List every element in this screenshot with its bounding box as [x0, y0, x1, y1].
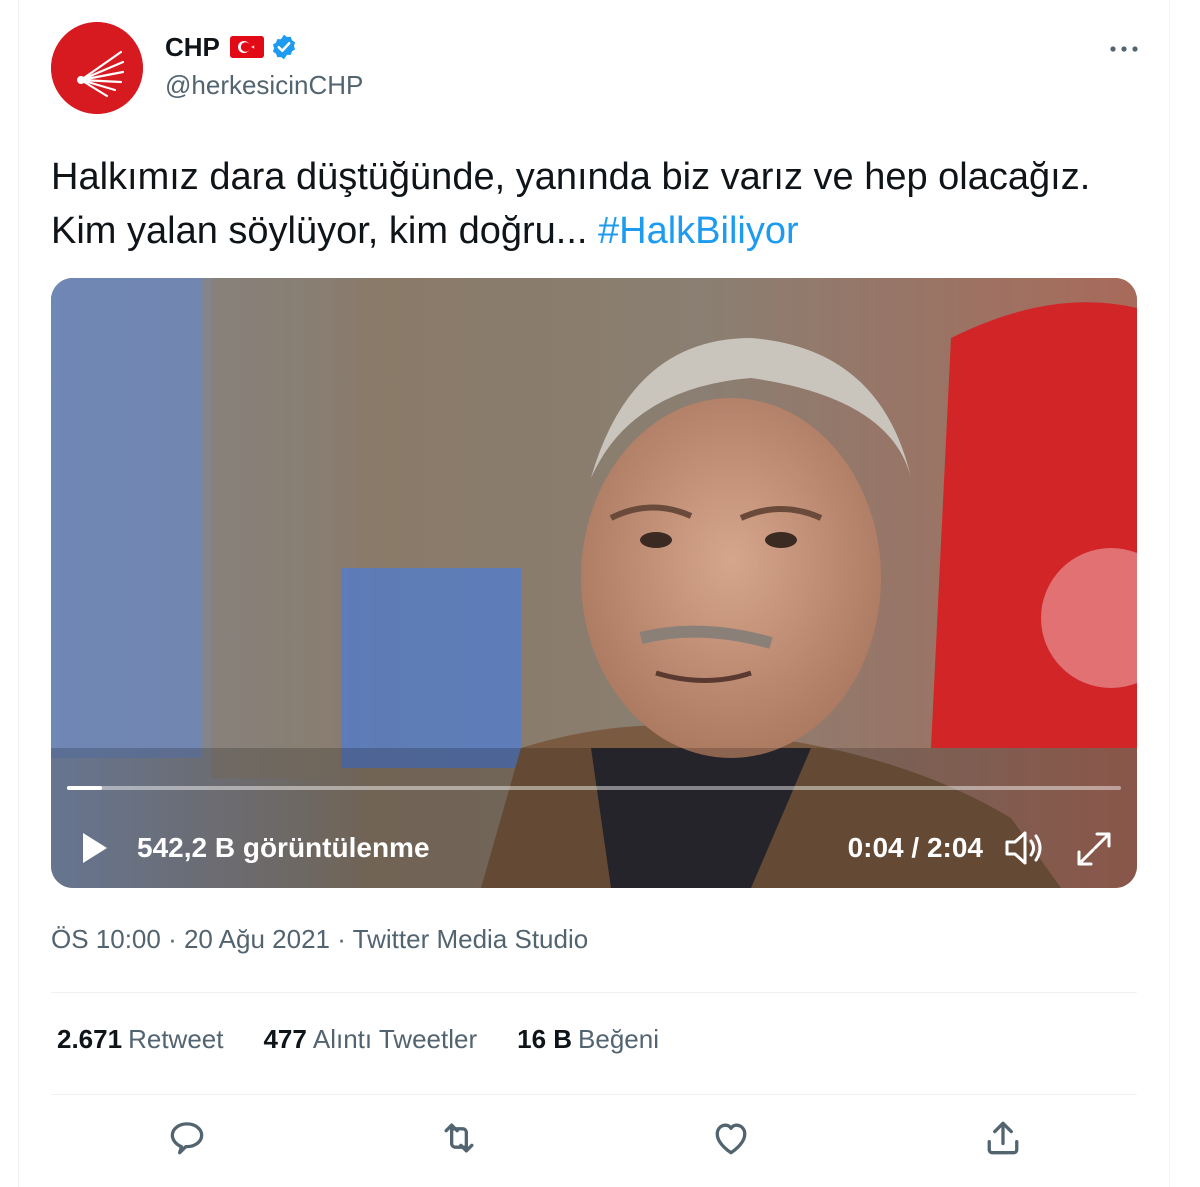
tweet-meta: ÖS 10:00 · 20 Ağu 2021 · Twitter Media S…	[51, 924, 588, 955]
author-handle[interactable]: @herkesicinCHP	[165, 70, 363, 101]
quote-count: 477	[263, 1024, 307, 1054]
tweet-source[interactable]: Twitter Media Studio	[353, 924, 589, 954]
progress-bar[interactable]	[67, 786, 1121, 790]
view-count: 542,2 B görüntülenme	[137, 832, 430, 863]
turkey-flag-icon	[229, 36, 264, 58]
fullscreen-icon[interactable]	[1073, 828, 1115, 875]
tweet-body: Halkımız dara düştüğünde, yanında biz va…	[51, 156, 1091, 252]
retweet-stat[interactable]: 2.671 Retweet	[57, 1024, 223, 1055]
action-bar	[19, 1116, 1169, 1166]
author-name[interactable]: CHP	[165, 32, 220, 63]
reply-icon[interactable]	[165, 1116, 213, 1164]
like-count: 16 B	[517, 1024, 573, 1054]
video-controls: 542,2 B görüntülenme 0:04 / 2:04	[51, 818, 1137, 878]
volume-icon[interactable]	[1001, 828, 1045, 873]
hashtag-link[interactable]: #HalkBiliyor	[598, 210, 799, 252]
meta-separator: ·	[160, 924, 184, 954]
avatar[interactable]	[51, 22, 143, 114]
like-label: Beğeni	[578, 1024, 660, 1054]
meta-separator: ·	[330, 924, 353, 954]
video-time: 0:04 / 2:04	[847, 832, 983, 863]
progress-fill	[67, 786, 102, 790]
like-icon[interactable]	[709, 1116, 757, 1164]
video-frame	[51, 278, 1137, 888]
retweet-label: Retweet	[128, 1024, 224, 1054]
tweet-stats: 2.671 Retweet 477 Alıntı Tweetler 16 B Beğe…	[57, 1024, 699, 1055]
divider	[51, 992, 1137, 993]
tweet-card: CHP @herkesicinCHP Halkımız dara düştüğü…	[18, 0, 1170, 1187]
share-icon[interactable]	[981, 1116, 1029, 1164]
verified-badge-icon	[270, 33, 298, 61]
tweet-date[interactable]: 20 Ağu 2021	[184, 924, 330, 954]
author-block: CHP @herkesicinCHP	[165, 30, 363, 101]
divider	[51, 1094, 1137, 1095]
retweet-icon[interactable]	[437, 1116, 485, 1164]
tweet-text: Halkımız dara düştüğünde, yanında biz va…	[51, 150, 1141, 258]
quote-label: Alıntı Tweetler	[312, 1024, 478, 1054]
more-options-icon[interactable]	[1109, 30, 1139, 61]
tweet-time[interactable]: ÖS 10:00	[51, 924, 161, 954]
video-player[interactable]: 542,2 B görüntülenme 0:04 / 2:04	[51, 278, 1137, 888]
chp-logo-icon	[51, 22, 143, 114]
like-stat[interactable]: 16 B Beğeni	[517, 1024, 659, 1055]
retweet-count: 2.671	[57, 1024, 123, 1054]
name-row: CHP	[165, 30, 363, 64]
quote-stat[interactable]: 477 Alıntı Tweetler	[263, 1024, 477, 1055]
play-icon[interactable]	[79, 830, 111, 871]
